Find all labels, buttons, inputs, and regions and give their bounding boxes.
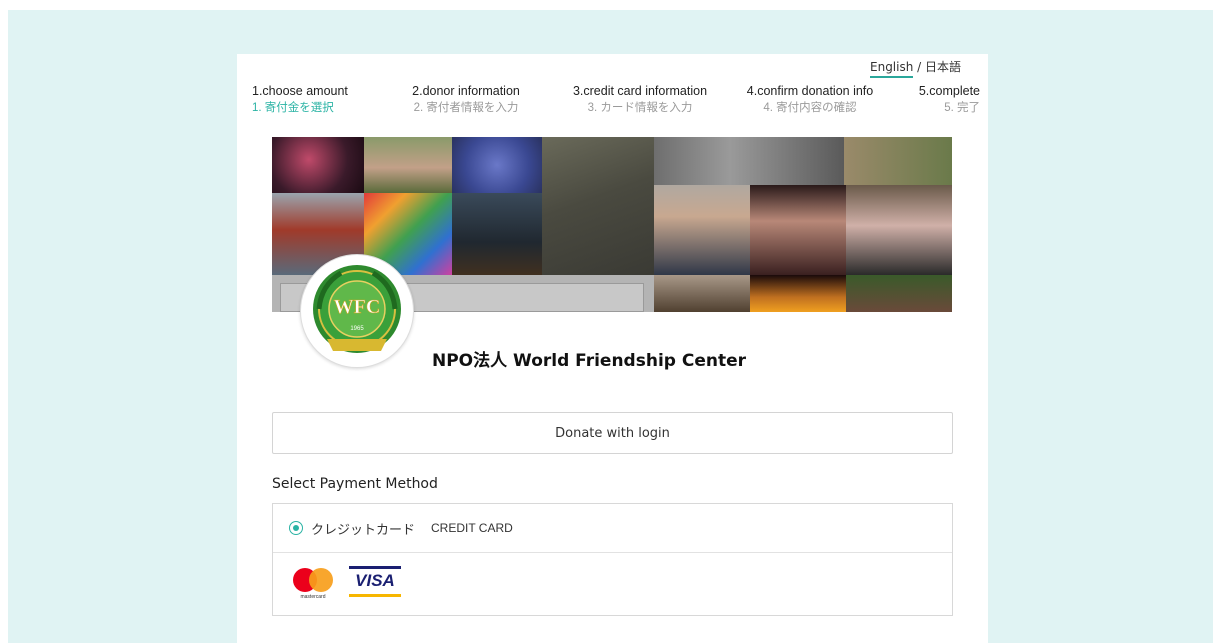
donate-with-login-button[interactable]: Donate with login [272,412,953,454]
photo-elderly-man [654,185,750,275]
progress-steps: 1.choose amount 1. 寄付金を選択 2.donor inform… [252,84,980,120]
photo-smiling-woman [750,185,846,275]
photo-woman-portrait [364,137,452,193]
language-japanese-link[interactable]: 日本語 [925,60,961,74]
photo-man-bottom [654,275,750,312]
mastercard-logo-icon: mastercard [291,566,335,602]
step-label-en: 5.complete [918,84,980,98]
organization-logo: WFC 1965 [300,254,414,368]
radio-selected-dot [293,525,299,531]
step-label-ja: 5. 完了 [944,102,980,114]
step-label-en: 2.donor information [412,84,520,98]
logo-year-text: 1965 [350,326,364,332]
photo-fireworks [272,137,364,193]
step-donor-information: 2.donor information 2. 寄付者情報を入力 [407,84,525,115]
photo-vintage-people [654,137,844,185]
language-separator: / [917,60,922,74]
step-confirm-donation: 4.confirm donation info 4. 寄付内容の確認 [740,84,880,115]
step-label-ja: 4. 寄付内容の確認 [763,102,857,114]
organization-name: NPO法人 World Friendship Center [432,351,747,371]
mastercard-logo-text: mastercard [300,594,326,600]
photo-lanterns [750,275,846,312]
photo-elderly-woman [846,185,952,275]
credit-card-label-en: CREDIT CARD [431,521,513,535]
photo-street-crowd [542,137,654,275]
credit-card-option[interactable]: クレジットカード CREDIT CARD [273,504,952,553]
visa-logo-icon: VISA [349,566,401,598]
step-complete: 5.complete 5. 完了 [919,84,980,115]
step-label-en: 3.credit card information [572,84,708,98]
step-label-ja: 3. カード情報を入力 [587,102,693,114]
photo-hydrangea [452,137,542,193]
accepted-cards: mastercard VISA [291,566,401,602]
logo-wfc-text: WFC [334,296,381,318]
step-credit-card-information: 3.credit card information 3. カード情報を入力 [566,84,714,115]
photo-garden [844,137,952,185]
step-label-en: 1.choose amount [252,84,348,98]
credit-card-label-ja: クレジットカード [311,522,416,538]
payment-method-title: Select Payment Method [272,476,438,492]
visa-logo-text: VISA [355,571,395,590]
payment-method-box: クレジットカード CREDIT CARD mastercard VISA [272,503,953,616]
language-switch: English / 日本語 [870,58,961,78]
credit-card-radio[interactable] [289,521,303,535]
photo-speaker-podium [452,193,542,275]
language-english-link[interactable]: English [870,60,914,78]
step-choose-amount: 1.choose amount 1. 寄付金を選択 [252,84,348,115]
photo-plants [846,275,952,312]
step-label-ja: 2. 寄付者情報を入力 [413,102,519,114]
step-label-en: 4.confirm donation info [746,84,874,98]
wfc-emblem-icon: WFC 1965 [313,265,401,353]
step-label-ja: 1. 寄付金を選択 [252,102,334,114]
